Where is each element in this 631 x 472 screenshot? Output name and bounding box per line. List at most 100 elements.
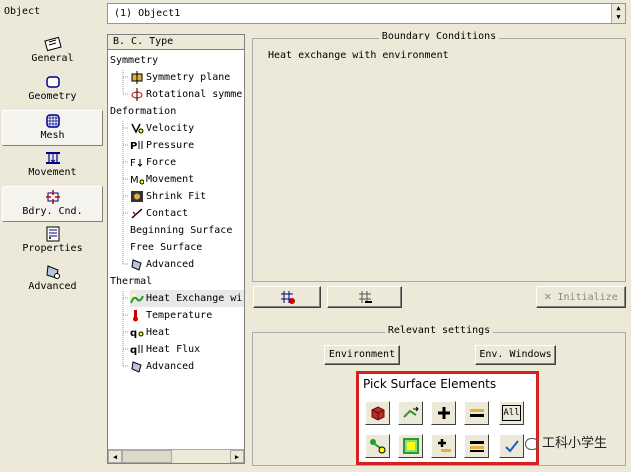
cube-pick-icon <box>371 406 385 421</box>
nav-geometry[interactable]: Geometry <box>2 72 103 108</box>
velocity-icon <box>131 123 144 134</box>
nav-geometry-label: Geometry <box>28 91 77 102</box>
pick-surface-elements-title: Pick Surface Elements <box>363 377 497 391</box>
box-select-icon <box>403 438 419 454</box>
initialize-x-icon: ✕ <box>544 289 552 303</box>
nav-properties-label: Properties <box>22 243 83 254</box>
add-boundary-button[interactable] <box>253 286 321 308</box>
delete-bc-icon <box>358 291 372 303</box>
rotational-symmetry-icon <box>131 87 143 101</box>
scroll-thumb[interactable] <box>122 450 172 463</box>
nav-general[interactable]: General <box>2 34 103 70</box>
nav-advanced-label: Advanced <box>28 281 77 292</box>
nav-mesh[interactable]: Mesh <box>2 110 103 146</box>
tree-item-symmetry-plane[interactable]: Symmetry plane <box>130 69 230 86</box>
boundary-conditions-group: Boundary Conditions Heat exchange with e… <box>252 31 626 282</box>
spin-arrows-icon[interactable]: ▲ ▼ <box>611 4 625 23</box>
wechat-bubble-icon <box>525 437 539 450</box>
watermark-text: 工科小学生 <box>542 436 608 451</box>
nav-general-label: General <box>31 53 74 64</box>
nav-movement[interactable]: Movement <box>2 148 103 184</box>
geometry-icon <box>45 76 60 88</box>
nav-advanced[interactable]: Advanced <box>2 262 103 298</box>
tree-item-pressure[interactable]: P Pressure <box>130 137 194 154</box>
properties-icon <box>46 226 59 242</box>
boundary-condition-icon <box>45 190 60 204</box>
svg-text:P: P <box>130 141 137 152</box>
svg-text:q: q <box>130 328 137 339</box>
movement-icon <box>45 152 60 164</box>
movement-item-icon: M <box>130 175 144 186</box>
checkmark-icon <box>505 440 519 453</box>
select-all-button[interactable]: All <box>499 401 524 425</box>
relevant-settings-title: Relevant settings <box>384 325 494 336</box>
tree-item-thermal-advanced[interactable]: Advanced <box>130 358 194 375</box>
add-subtract-button[interactable] <box>431 434 456 458</box>
tree-item-deformation-advanced[interactable]: Advanced <box>130 256 194 273</box>
node-pick-icon <box>370 439 386 454</box>
remove-elements-button[interactable] <box>464 401 489 425</box>
add-bc-icon <box>281 291 295 304</box>
scroll-right-icon[interactable]: ▶ <box>230 450 244 463</box>
tree-header: B. C. Type <box>108 35 244 50</box>
advanced-icon <box>45 265 60 279</box>
delete-boundary-button[interactable] <box>327 286 402 308</box>
clear-icon <box>470 441 484 452</box>
tree-item-beginning-surface[interactable]: Beginning Surface <box>130 222 232 239</box>
pick-node-button[interactable] <box>365 434 390 458</box>
tree-item-rotational-symmetry[interactable]: Rotational symme <box>130 86 242 103</box>
bc-type-tree[interactable]: B. C. Type Symmetry Symmetry plane Rotat… <box>107 34 245 464</box>
mesh-icon <box>45 114 60 128</box>
tree-item-heat-flux[interactable]: q Heat Flux <box>130 341 200 358</box>
nav-bdry-cnd-label: Bdry. Cnd. <box>22 206 83 217</box>
pick-3d-element-button[interactable] <box>365 401 390 425</box>
tree-item-heat[interactable]: q Heat <box>130 324 170 341</box>
plus-minus-icon <box>438 439 451 452</box>
general-icon <box>43 36 62 52</box>
temperature-icon <box>133 309 138 321</box>
pick-chain-button[interactable] <box>398 401 423 425</box>
pick-surface-elements-panel: Pick Surface Elements All <box>356 371 539 465</box>
tree-item-temperature[interactable]: Temperature <box>130 307 212 324</box>
heat-icon: q <box>130 328 144 339</box>
svg-text:F: F <box>130 158 136 169</box>
tree-item-shrink-fit[interactable]: Shrink Fit <box>130 188 206 205</box>
tree-connector-lines <box>122 70 128 367</box>
nav-properties[interactable]: Properties <box>2 224 103 260</box>
plus-icon <box>438 407 450 419</box>
initialize-button[interactable]: ✕ Initialize <box>536 286 626 308</box>
advanced-item-icon <box>131 360 142 373</box>
tree-item-contact[interactable]: Contact <box>130 205 188 222</box>
scroll-left-icon[interactable]: ◀ <box>108 450 122 463</box>
object-select-value: (1) Object1 <box>114 8 181 19</box>
tree-item-velocity[interactable]: Velocity <box>130 120 194 137</box>
chain-pick-icon <box>403 406 419 418</box>
nav-movement-label: Movement <box>28 167 77 178</box>
add-elements-button[interactable] <box>431 401 456 425</box>
environment-button[interactable]: Environment <box>324 345 400 365</box>
heat-flux-icon: q <box>130 344 143 356</box>
tree-item-movement[interactable]: M Movement <box>130 171 194 188</box>
clear-elements-button[interactable] <box>464 434 489 458</box>
pick-box-button[interactable] <box>398 434 423 458</box>
object-select[interactable]: (1) Object1 ▲ ▼ <box>107 3 626 24</box>
symmetry-plane-icon <box>131 70 143 84</box>
object-label: Object <box>4 6 41 17</box>
tree-item-heat-exchange[interactable]: Heat Exchange wi <box>130 290 244 307</box>
confirm-pick-button[interactable] <box>499 434 524 458</box>
watermark: 工科小学生 <box>525 432 607 451</box>
env-windows-button[interactable]: Env. Windows <box>475 345 556 365</box>
tree-item-free-surface[interactable]: Free Surface <box>130 239 202 256</box>
nav-bdry-cnd[interactable]: Bdry. Cnd. <box>2 186 103 222</box>
nav-mesh-label: Mesh <box>40 130 65 141</box>
force-icon: F <box>130 158 143 169</box>
svg-text:M: M <box>130 175 139 186</box>
minus-icon <box>470 409 484 417</box>
tree-horizontal-scrollbar[interactable]: ◀ ▶ <box>108 449 244 463</box>
left-nav: General Geometry Mesh Movement Bdry. Cnd… <box>0 32 105 468</box>
select-all-label: All <box>502 405 521 421</box>
advanced-item-icon <box>131 258 142 271</box>
tree-item-force[interactable]: F Force <box>130 154 176 171</box>
shrink-fit-icon <box>131 190 143 202</box>
bc-entry-heat-exchange[interactable]: Heat exchange with environment <box>268 50 449 61</box>
